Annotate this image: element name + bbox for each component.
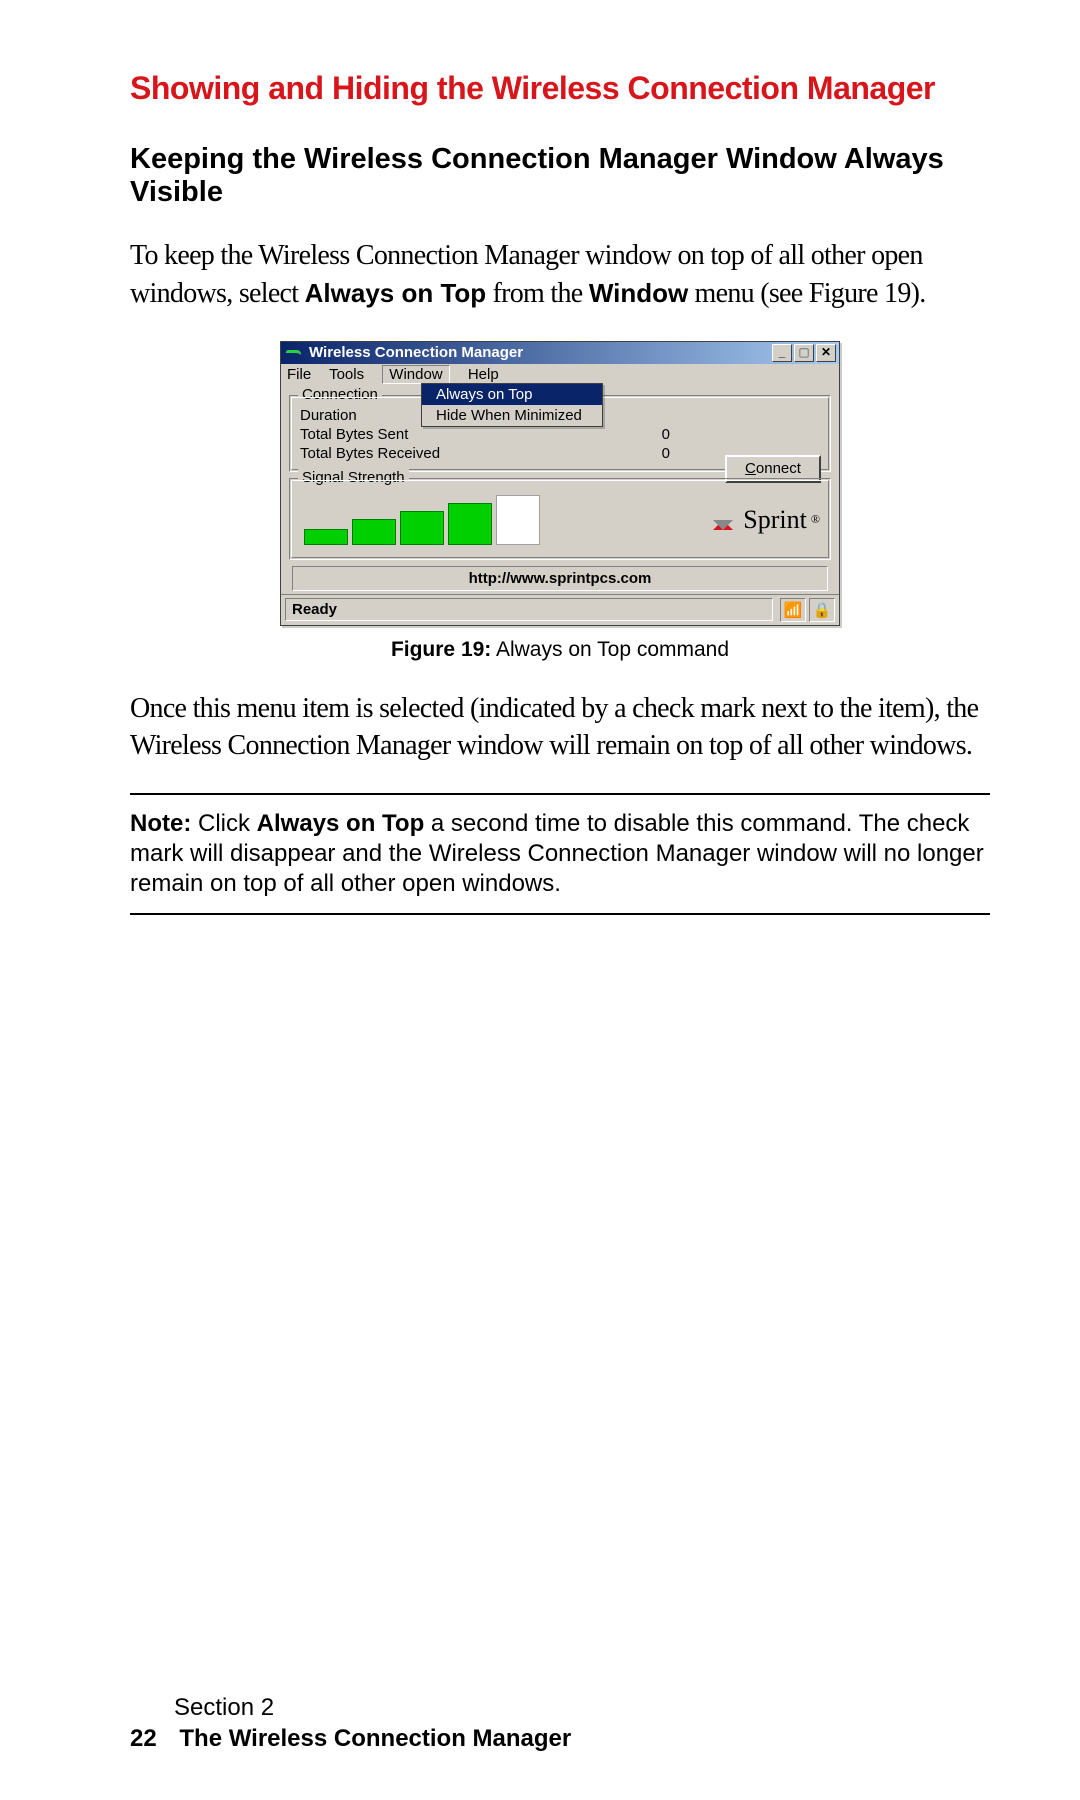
intro-paragraph: To keep the Wireless Connection Manager … [130,237,990,313]
signal-bar-2 [352,519,396,545]
signal-bars [304,495,540,545]
app-window: Wireless Connection Manager _ ▢ ✕ File T… [280,341,840,626]
maximize-button[interactable]: ▢ [794,344,814,362]
text: menu (see Figure 19). [688,278,925,309]
menu-item-always-on-top[interactable]: Always on Top [422,384,602,405]
menu-item-hide-when-minimized[interactable]: Hide When Minimized [422,405,602,426]
window-client-area: Always on Top Hide When Minimized Connec… [281,385,839,591]
subsection-heading: Keeping the Wireless Connection Manager … [130,143,990,209]
window-title: Wireless Connection Manager [309,344,772,361]
url-bar[interactable]: http://www.sprintpcs.com [292,566,828,591]
bold-text: Always on Top [257,810,425,837]
tray-icon-signal[interactable]: 📶 [780,598,806,622]
note-paragraph: Note: Click Always on Top a second time … [130,809,990,899]
footer-chapter: The Wireless Connection Manager [179,1725,571,1752]
menu-window[interactable]: Window [382,365,449,384]
menu-help[interactable]: Help [468,366,499,383]
note-separator-bottom [130,913,990,915]
text: Click [191,810,256,837]
minimize-button[interactable]: _ [772,344,792,362]
duration-label: Duration [300,407,357,424]
paragraph-2: Once this menu item is selected (indicat… [130,690,990,766]
signal-bar-3 [400,511,444,545]
signal-bar-1 [304,529,348,545]
bytes-sent-label: Total Bytes Sent [300,426,408,443]
menu-bar: File Tools Window Help [281,364,839,385]
sprint-text: Sprint [743,505,807,535]
bytes-received-label: Total Bytes Received [300,445,440,462]
figure: Wireless Connection Manager _ ▢ ✕ File T… [130,341,990,626]
footer-page-number: 22 [130,1725,157,1752]
menu-file[interactable]: File [287,366,311,383]
signal-strength-title: Signal Strength [298,469,409,486]
text: from the [486,278,589,309]
signal-bar-4 [448,503,492,545]
bytes-sent-value: 0 [662,426,670,443]
title-bar[interactable]: Wireless Connection Manager _ ▢ ✕ [281,342,839,364]
figure-caption: Figure 19: Always on Top command [130,638,990,662]
bold-text: Window [589,278,688,308]
section-heading: Showing and Hiding the Wireless Connecti… [130,70,990,107]
menu-tools[interactable]: Tools [329,366,364,383]
note-label: Note: [130,810,191,837]
status-bar: Ready 📶 🔒 [281,594,839,625]
signal-bar-5 [496,495,540,545]
window-menu-dropdown: Always on Top Hide When Minimized [421,383,603,427]
close-button[interactable]: ✕ [816,344,836,362]
note-separator-top [130,793,990,795]
footer-section: Section 2 [174,1692,571,1723]
sprint-logo: Sprint® [713,505,820,535]
connection-group-title: Connection [298,386,382,403]
bytes-received-value: 0 [662,445,670,462]
page-footer: Section 2 22 The Wireless Connection Man… [130,1692,571,1754]
signal-strength-group: Signal Strength [289,478,831,560]
tray-icon-lock[interactable]: 🔒 [809,598,835,622]
app-icon [285,346,303,360]
status-text: Ready [285,598,773,621]
bold-text: Always on Top [305,278,487,308]
